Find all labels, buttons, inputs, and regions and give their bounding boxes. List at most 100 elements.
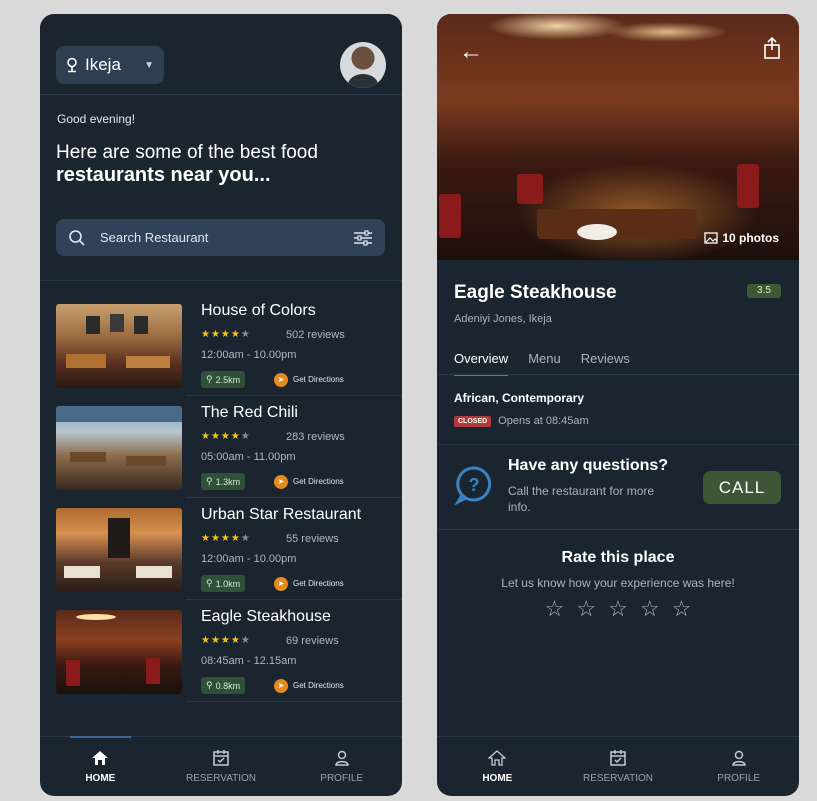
restaurant-card[interactable]: The Red Chili ★★★★★ 283 reviews 05:00am … [56, 400, 402, 498]
divider [40, 94, 402, 95]
calendar-icon [213, 750, 229, 766]
review-count: 69 reviews [286, 635, 339, 647]
location-pin-icon: ⚲ [206, 578, 213, 588]
get-directions-button[interactable]: ➤ Get Directions [274, 575, 344, 592]
nav-home[interactable]: HOME [437, 737, 558, 796]
restaurant-detail-screen: ← 10 photos Eagle Steakhouse 3.5 Adeniyi… [437, 14, 799, 796]
distance-value: 1.0km [215, 578, 241, 589]
closed-badge: CLOSED [454, 415, 492, 427]
restaurant-photo [56, 304, 182, 388]
restaurant-name[interactable]: The Red Chili [201, 404, 298, 422]
nav-profile[interactable]: PROFILE [678, 737, 799, 796]
directions-icon: ➤ [274, 372, 288, 387]
user-icon [334, 750, 349, 766]
nav-reservation[interactable]: RESERVATION [161, 737, 282, 796]
divider [186, 599, 402, 600]
star-icon[interactable]: ☆ [672, 596, 692, 622]
star-icon[interactable]: ☆ [608, 596, 628, 622]
nav-reservation[interactable]: RESERVATION [558, 737, 679, 796]
directions-icon: ➤ [274, 576, 288, 591]
call-button[interactable]: CALL [703, 471, 781, 504]
detail-tabs: Overview Menu Reviews [454, 351, 630, 376]
location-pin-icon [67, 57, 77, 73]
location-pin-icon: ⚲ [206, 680, 213, 690]
back-arrow-icon[interactable]: ← [459, 38, 483, 66]
question-bubble-icon: ? [454, 466, 492, 505]
distance-value: 2.5km [215, 374, 241, 385]
image-icon [704, 232, 718, 244]
search-placeholder: Search Restaurant [100, 230, 209, 245]
distance-value: 1.3km [215, 476, 241, 487]
get-directions-button[interactable]: ➤ Get Directions [274, 371, 344, 388]
decor [537, 209, 697, 239]
restaurant-name[interactable]: House of Colors [201, 302, 316, 320]
restaurant-title: Eagle Steakhouse [454, 282, 617, 303]
home-icon [488, 750, 507, 766]
headline-line-1: Here are some of the best food [56, 142, 318, 163]
nav-home-label: HOME [85, 773, 116, 784]
star-icon[interactable]: ☆ [576, 596, 596, 622]
nav-profile-label: PROFILE [717, 773, 761, 784]
rate-subtitle: Let us know how your experience was here… [501, 576, 735, 590]
get-directions-label: Get Directions [293, 375, 344, 384]
questions-subtitle: Call the restaurant for more info. [508, 484, 655, 514]
nav-home-label: HOME [482, 773, 513, 784]
restaurant-list-screen: Ikeja ▼ Good evening! Here are some of t… [40, 14, 402, 796]
avatar[interactable] [340, 42, 386, 88]
restaurant-card[interactable]: Urban Star Restaurant ★★★★★ 55 reviews 1… [56, 502, 402, 600]
filter-icon[interactable] [353, 229, 373, 246]
restaurant-hero-photo[interactable] [437, 14, 799, 260]
restaurant-photo [56, 406, 182, 490]
decor [737, 164, 759, 208]
star-rating: ★★★★★ [201, 635, 251, 646]
star-icon[interactable]: ☆ [640, 596, 660, 622]
star-rating: ★★★★★ [201, 329, 251, 340]
get-directions-button[interactable]: ➤ Get Directions [274, 473, 344, 490]
directions-icon: ➤ [274, 678, 288, 693]
restaurant-card[interactable]: Eagle Steakhouse ★★★★★ 69 reviews 08:45a… [56, 604, 402, 702]
get-directions-button[interactable]: ➤ Get Directions [274, 677, 344, 694]
questions-title: Have any questions? [508, 457, 669, 474]
opening-status: CLOSED Opens at 08:45am [454, 415, 589, 427]
divider [437, 444, 799, 445]
bottom-navigation: HOME RESERVATION PROFILE [40, 736, 402, 796]
star-icon[interactable]: ☆ [545, 596, 565, 622]
tab-menu[interactable]: Menu [528, 351, 561, 376]
tab-reviews[interactable]: Reviews [581, 351, 630, 376]
divider [40, 280, 402, 281]
distance-badge: ⚲ 0.8km [201, 677, 246, 694]
bottom-navigation: HOME RESERVATION PROFILE [437, 736, 799, 796]
headline-line-2: restaurants near you... [56, 164, 271, 186]
chevron-down-icon: ▼ [144, 59, 154, 71]
distance-badge: ⚲ 1.3km [201, 473, 246, 490]
tab-overview[interactable]: Overview [454, 351, 509, 376]
nav-profile[interactable]: PROFILE [281, 737, 402, 796]
opening-hours: 12:00am - 10.00pm [201, 349, 297, 361]
search-icon [69, 229, 85, 246]
opening-hours: 08:45am - 12.15am [201, 655, 297, 667]
rating-badge: 3.5 [747, 284, 781, 298]
divider [186, 395, 402, 396]
restaurant-card[interactable]: House of Colors ★★★★★ 502 reviews 12:00a… [56, 298, 402, 396]
cuisine-type: African, Contemporary [454, 391, 585, 405]
divider [186, 701, 402, 702]
opening-hours: 12:00am - 10.00pm [201, 553, 297, 565]
star-rating: ★★★★★ [201, 533, 251, 544]
photos-count-button[interactable]: 10 photos [704, 231, 779, 245]
get-directions-label: Get Directions [293, 681, 344, 690]
restaurant-address: Adeniyi Jones, Ikeja [454, 313, 552, 325]
restaurant-name[interactable]: Urban Star Restaurant [201, 506, 361, 524]
home-icon [92, 751, 109, 765]
location-label: Ikeja [85, 55, 121, 74]
directions-icon: ➤ [274, 474, 288, 489]
location-pin-icon: ⚲ [206, 476, 213, 486]
rating-input: ☆ ☆ ☆ ☆ ☆ [437, 596, 799, 622]
location-selector[interactable]: Ikeja ▼ [56, 46, 164, 84]
restaurant-name[interactable]: Eagle Steakhouse [201, 608, 331, 626]
share-icon[interactable] [763, 36, 781, 60]
svg-text:?: ? [469, 475, 480, 495]
get-directions-label: Get Directions [293, 579, 344, 588]
user-icon [731, 750, 746, 766]
nav-home[interactable]: HOME [40, 736, 161, 796]
search-input[interactable]: Search Restaurant [56, 219, 385, 256]
